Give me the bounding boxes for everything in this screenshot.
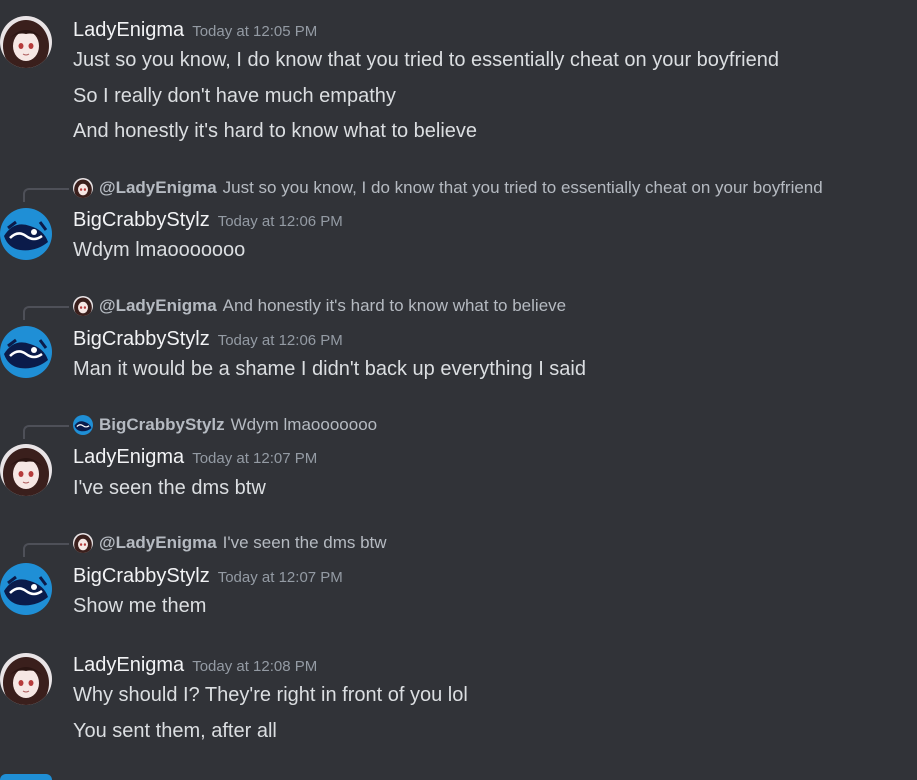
timestamp[interactable]: Today at 12:06 PM [218, 332, 343, 349]
reply-username[interactable]: @LadyEnigma [99, 177, 217, 199]
reply-username[interactable]: BigCrabbyStylz [99, 414, 225, 436]
reply-preview[interactable]: @LadyEnigma Just so you know, I do know … [73, 177, 823, 199]
message-text: I've seen the dms btw [73, 477, 266, 499]
username[interactable]: LadyEnigma [73, 19, 184, 41]
chat-message-list: LadyEnigma Today at 12:05 PM Just so you … [0, 0, 917, 780]
timestamp[interactable]: Today at 12:06 PM [218, 213, 343, 230]
lady-enigma-avatar-icon [73, 533, 93, 553]
reply-username[interactable]: @LadyEnigma [99, 532, 217, 554]
message-text: Just so you know, I do know that you tri… [73, 49, 779, 71]
lady-enigma-avatar-icon [73, 178, 93, 198]
timestamp[interactable]: Today at 12:07 PM [192, 450, 317, 467]
reply-preview[interactable]: @LadyEnigma I've seen the dms btw [73, 532, 387, 554]
message-text: Man it would be a shame I didn't back up… [73, 358, 586, 380]
reply-preview[interactable]: BigCrabbyStylz Wdym lmaooooooo [73, 414, 377, 436]
username[interactable]: LadyEnigma [73, 654, 184, 676]
reply-text: Just so you know, I do know that you tri… [222, 178, 823, 197]
message-text: You sent them, after all [73, 720, 277, 742]
big-crabby-stylz-avatar-icon [73, 415, 93, 435]
next-message-avatar-icon[interactable] [0, 774, 52, 780]
reply-spine [23, 188, 69, 202]
reply-text: And honestly it's hard to know what to b… [222, 296, 567, 315]
reply-text: I've seen the dms btw [222, 533, 387, 552]
reply-text: Wdym lmaooooooo [230, 415, 378, 434]
big-crabby-stylz-avatar-icon[interactable] [0, 326, 52, 378]
timestamp[interactable]: Today at 12:05 PM [192, 23, 317, 40]
reply-username[interactable]: @LadyEnigma [99, 295, 217, 317]
username[interactable]: LadyEnigma [73, 446, 184, 468]
message-text: Show me them [73, 595, 207, 617]
message-text: Why should I? They're right in front of … [73, 684, 468, 706]
lady-enigma-avatar-icon[interactable] [0, 16, 52, 68]
timestamp[interactable]: Today at 12:08 PM [192, 658, 317, 675]
lady-enigma-avatar-icon[interactable] [0, 444, 52, 496]
reply-spine [23, 543, 69, 557]
message-text: So I really don't have much empathy [73, 85, 396, 107]
username[interactable]: BigCrabbyStylz [73, 209, 210, 231]
lady-enigma-avatar-icon [73, 296, 93, 316]
username[interactable]: BigCrabbyStylz [73, 565, 210, 587]
reply-spine [23, 425, 69, 439]
message-text: Wdym lmaooooooo [73, 239, 246, 261]
reply-preview[interactable]: @LadyEnigma And honestly it's hard to kn… [73, 295, 566, 317]
reply-spine [23, 306, 69, 320]
username[interactable]: BigCrabbyStylz [73, 328, 210, 350]
timestamp[interactable]: Today at 12:07 PM [218, 569, 343, 586]
big-crabby-stylz-avatar-icon[interactable] [0, 563, 52, 615]
big-crabby-stylz-avatar-icon[interactable] [0, 208, 52, 260]
message-text: And honestly it's hard to know what to b… [73, 120, 478, 142]
lady-enigma-avatar-icon[interactable] [0, 653, 52, 705]
